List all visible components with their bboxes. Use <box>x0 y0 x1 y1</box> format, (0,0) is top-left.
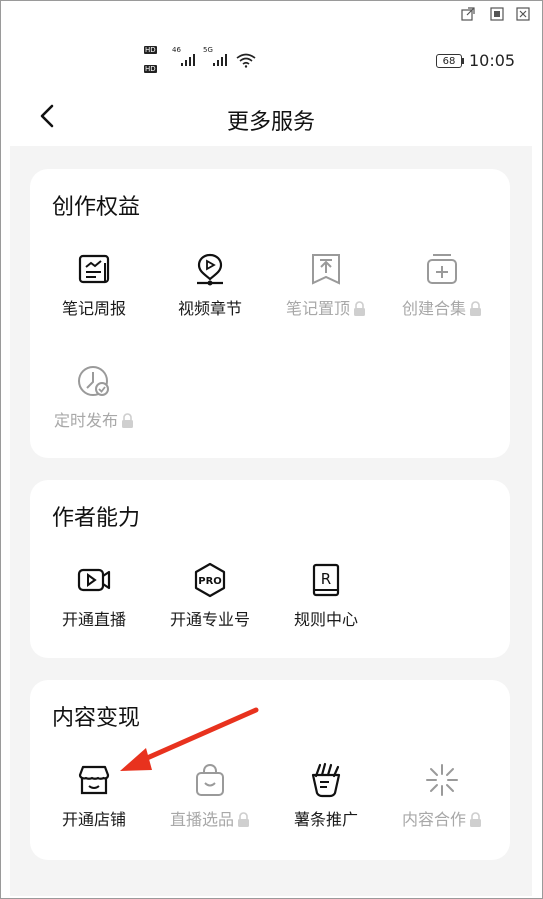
maximize-icon[interactable] <box>490 7 504 21</box>
service-item-fries-promotion[interactable]: 薯条推广 <box>270 762 382 834</box>
clock: 10:05 <box>469 51 516 70</box>
hd-badge: HD <box>144 46 157 54</box>
phone-screen: HD HD 46 5G 68 10:05 更多服务 创作权益 笔记周报 视频章节… <box>10 28 532 896</box>
service-item-label: 定时发布 <box>38 407 150 431</box>
fries-promote-icon <box>311 762 341 798</box>
status-bar: HD HD 46 5G 68 10:05 <box>10 28 532 90</box>
service-item-content-cooperation[interactable]: 内容合作 <box>386 762 498 834</box>
lock-icon <box>238 812 249 827</box>
service-item-label: 笔记周报 <box>61 299 126 318</box>
popout-icon[interactable] <box>461 7 475 21</box>
live-video-icon <box>77 568 111 592</box>
service-item-video-chapter[interactable]: 视频章节 <box>154 251 266 323</box>
battery-tip <box>462 58 464 64</box>
collection-add-icon <box>427 254 457 284</box>
video-chapter-icon <box>197 253 223 286</box>
service-item-label: 开通专业号 <box>169 610 250 629</box>
page-title: 更多服务 <box>226 110 315 135</box>
lock-icon <box>470 812 481 827</box>
report-icon <box>78 254 110 284</box>
wifi-icon <box>236 53 256 68</box>
shopping-bag-icon <box>196 763 224 796</box>
service-item-label: 规则中心 <box>293 610 358 629</box>
section-card-author-abilities: 作者能力 开通直播 PRO 开通专业号 R 规则中心 <box>30 480 510 658</box>
pro-badge-icon: PRO <box>194 562 226 598</box>
lock-icon <box>122 413 133 428</box>
schedule-icon <box>78 366 109 396</box>
close-icon[interactable] <box>516 7 530 21</box>
service-item-pro-account[interactable]: PRO 开通专业号 <box>154 562 266 634</box>
service-item-label: 内容合作 <box>386 806 498 830</box>
pin-top-icon <box>312 254 340 285</box>
section-title: 内容变现 <box>52 706 141 731</box>
service-item-label: 开通直播 <box>61 610 126 629</box>
rules-book-icon: R <box>312 563 340 597</box>
service-item-open-live[interactable]: 开通直播 <box>38 562 150 634</box>
section-title: 创作权益 <box>52 195 141 220</box>
hd-badge: HD <box>144 65 157 73</box>
service-item-open-store[interactable]: 开通店铺 <box>38 762 150 834</box>
service-item-scheduled-publish[interactable]: 定时发布 <box>38 363 150 435</box>
sparkle-cooperation-icon <box>426 764 458 796</box>
battery-indicator: 68 <box>436 54 462 68</box>
service-item-label: 开通店铺 <box>61 810 126 829</box>
service-item-rules-center[interactable]: R 规则中心 <box>270 562 382 634</box>
service-item-weekly-report[interactable]: 笔记周报 <box>38 251 150 323</box>
service-item-create-collection[interactable]: 创建合集 <box>386 251 498 323</box>
service-item-label: 创建合集 <box>386 295 498 319</box>
service-item-label: 薯条推广 <box>293 810 358 829</box>
service-item-label: 直播选品 <box>154 806 266 830</box>
service-item-pin-top[interactable]: 笔记置顶 <box>270 251 382 323</box>
store-icon <box>78 765 110 795</box>
service-item-live-product-selection[interactable]: 直播选品 <box>154 762 266 834</box>
nav-bar: 更多服务 <box>10 90 532 146</box>
service-item-label: 视频章节 <box>177 299 242 318</box>
section-card-creation-rights: 创作权益 笔记周报 视频章节 笔记置顶 创建合集 定时发布 <box>30 169 510 458</box>
window-title-bar <box>1 1 542 27</box>
lock-icon <box>354 301 365 316</box>
lock-icon <box>470 301 481 316</box>
section-title: 作者能力 <box>52 506 141 531</box>
signal-bars-icon <box>213 54 227 66</box>
svg-text:PRO: PRO <box>198 576 222 587</box>
service-item-label: 笔记置顶 <box>270 295 382 319</box>
svg-text:R: R <box>321 570 331 588</box>
signal-bars-icon <box>181 54 195 66</box>
section-card-monetization: 内容变现 开通店铺 直播选品 薯条推广 内容合作 <box>30 680 510 860</box>
